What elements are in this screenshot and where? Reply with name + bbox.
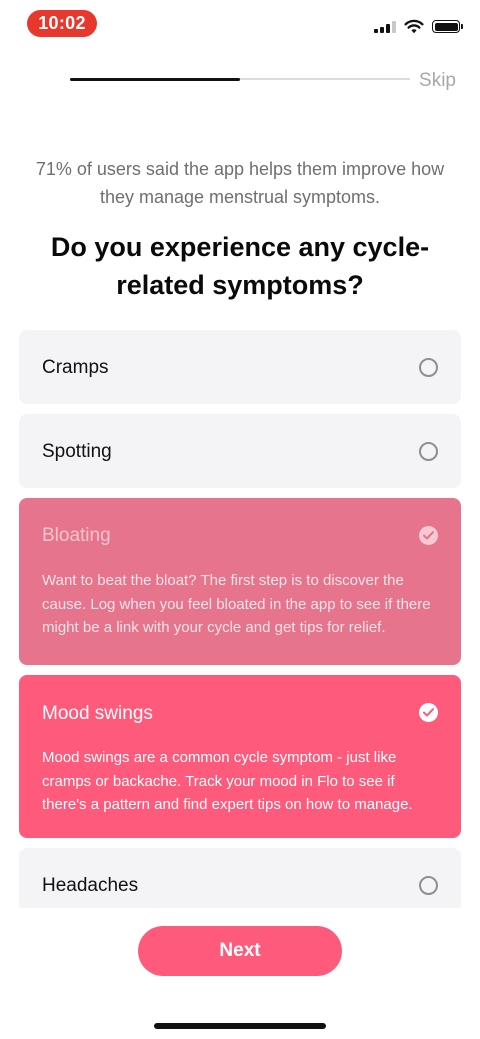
stat-text: 71% of users said the app helps them imp… [35,159,445,207]
status-time: 10:02 [27,10,97,37]
option-cramps[interactable]: Cramps [19,330,461,404]
option-label: Headaches [42,875,139,896]
option-headaches[interactable]: Headaches [19,848,461,908]
symptom-options-list[interactable]: Cramps Spotting Bloating Want to beat th… [0,330,480,908]
checkmark-circle-icon[interactable] [419,526,438,545]
radio-unchecked-icon[interactable] [419,876,438,895]
skip-button[interactable]: Skip [419,70,456,92]
system-icons [374,19,463,34]
option-label: Cramps [42,357,109,378]
option-description: Mood swings are a common cycle symptom -… [42,749,413,813]
option-bloating[interactable]: Bloating Want to beat the bloat? The fir… [19,498,461,665]
onboarding-progress-bar [70,77,410,81]
option-spotting[interactable]: Spotting [19,414,461,488]
option-label: Mood swings [42,703,153,724]
battery-icon [432,20,463,33]
option-label: Bloating [42,525,111,546]
cellular-signal-icon [374,20,396,33]
checkmark-circle-icon[interactable] [419,703,438,722]
home-indicator [154,1023,326,1029]
option-label: Spotting [42,441,112,462]
option-description: Want to beat the bloat? The first step i… [42,572,431,636]
radio-unchecked-icon[interactable] [419,358,438,377]
status-bar: 10:02 [0,0,480,50]
onboarding-progress-fill [70,77,240,81]
wifi-icon [404,19,424,34]
radio-unchecked-icon[interactable] [419,442,438,461]
next-button[interactable]: Next [138,926,342,976]
option-mood-swings[interactable]: Mood swings Mood swings are a common cyc… [19,675,461,838]
question-title: Do you experience any cycle-related symp… [50,232,430,300]
